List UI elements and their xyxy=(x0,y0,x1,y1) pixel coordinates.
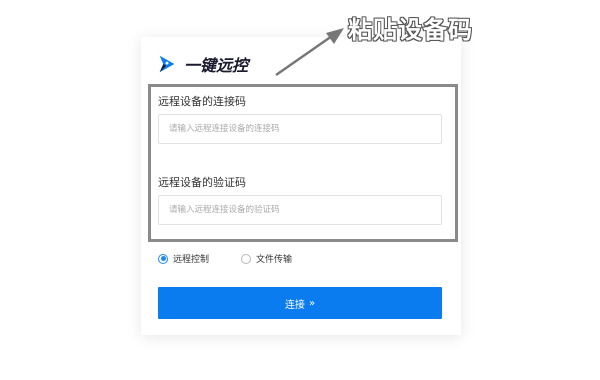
connect-button-label: 连接 xyxy=(284,299,305,311)
connection-code-label: 远程设备的连接码 xyxy=(158,95,246,108)
verification-code-input[interactable] xyxy=(158,195,442,225)
radio-remote-control-label: 远程控制 xyxy=(173,255,210,265)
radio-file-transfer[interactable]: 文件传输 xyxy=(241,252,292,265)
radio-remote-control[interactable]: 远程控制 xyxy=(158,252,209,265)
connect-button[interactable]: 连接 » xyxy=(158,287,442,319)
double-chevron-right-icon: » xyxy=(308,297,316,309)
brand-name: 一键远控 xyxy=(184,56,249,75)
radio-button-checked[interactable] xyxy=(158,253,168,264)
radio-file-transfer-label: 文件传输 xyxy=(256,255,293,265)
connection-code-input[interactable] xyxy=(158,114,442,144)
verification-code-label: 远程设备的验证码 xyxy=(158,176,246,189)
brand-logo: 一键远控 xyxy=(156,51,248,77)
rocket-play-icon xyxy=(159,55,175,73)
radio-button-unchecked[interactable] xyxy=(241,253,251,264)
annotation-label: 粘贴设备码 xyxy=(347,15,473,44)
